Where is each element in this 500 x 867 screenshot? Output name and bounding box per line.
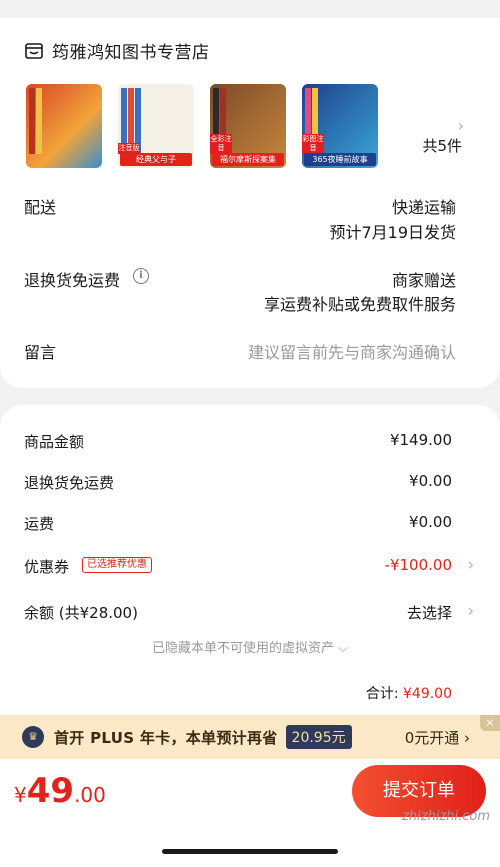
item-count[interactable]: 共5件 (422, 135, 462, 156)
currency-symbol: ¥ (14, 783, 27, 807)
home-indicator[interactable] (162, 849, 338, 854)
checkout-bar: ¥49.00 提交订单 zhizhizhi.com (0, 759, 500, 867)
total-label: 合计: (365, 686, 399, 702)
message-input[interactable]: 建议留言前先与商家沟通确认 (248, 339, 456, 363)
plus-promo-bar[interactable]: ♛ 首开 PLUS 年卡，本单预计再省 20.95元 0元开通 › × (0, 715, 500, 759)
chevron-right-icon[interactable]: › (458, 116, 464, 135)
product-thumb-4[interactable]: 彩图注音 365夜睡前故事 (302, 84, 378, 168)
product-badge: 全彩注音 (210, 134, 232, 154)
info-icon[interactable]: i (133, 268, 149, 284)
shop-card: 筠雅鸿知图书专营店 注音版 经典父与子 全彩注音 福尔摩斯探案集 彩图注音 36… (0, 18, 500, 388)
product-thumb-1[interactable] (26, 84, 102, 168)
store-icon (25, 42, 43, 59)
freight-label: 运费 (24, 515, 55, 533)
return-shipping-detail: 享运费补贴或免费取件服务 (263, 295, 456, 314)
product-thumbnails[interactable]: 注音版 经典父与子 全彩注音 福尔摩斯探案集 彩图注音 365夜睡前故事 (26, 84, 378, 168)
balance-label: 余额 (共¥28.00) (24, 604, 138, 622)
cost-summary-card: 商品金额 ¥149.00 退换货免运费 ¥0.00 运费 ¥0.00 优惠券 已… (0, 405, 500, 715)
delivery-method: 快递运输 (391, 198, 456, 217)
plus-open-button[interactable]: 0元开通 › (405, 727, 470, 748)
product-tag: 福尔摩斯探案集 (212, 153, 284, 166)
order-total: 合计: ¥49.00 (366, 683, 452, 703)
plus-saving-amount: 20.95元 (285, 725, 352, 749)
chevron-right-icon[interactable]: › (468, 601, 474, 620)
chevron-right-icon[interactable]: › (468, 555, 474, 574)
delivery-eta: 预计7月19日发货 (329, 223, 456, 242)
price-integer: 49 (26, 771, 75, 811)
product-thumb-2[interactable]: 注音版 经典父与子 (118, 84, 194, 168)
freight-value: ¥0.00 (409, 513, 452, 531)
goods-amount-value: ¥149.00 (389, 431, 452, 449)
watermark: zhizhizhi.com (402, 809, 490, 824)
balance-select[interactable]: 去选择 (407, 602, 452, 623)
pay-price: ¥49.00 (14, 771, 106, 811)
product-tag: 365夜睡前故事 (304, 153, 376, 166)
shop-header[interactable]: 筠雅鸿知图书专营店 (24, 38, 210, 63)
product-badge: 彩图注音 (302, 134, 324, 154)
coupon-label: 优惠券 (24, 558, 70, 576)
shop-name: 筠雅鸿知图书专营店 (52, 43, 210, 63)
hidden-assets-toggle[interactable]: 已隐藏本单不可使用的虚拟资产 ⌵ (0, 637, 500, 656)
price-decimal: .00 (74, 783, 106, 807)
total-value: ¥49.00 (403, 686, 452, 702)
close-icon[interactable]: × (480, 715, 500, 731)
plus-promo-text: 首开 PLUS 年卡，本单预计再省 (54, 728, 278, 747)
plus-crown-icon: ♛ (22, 726, 44, 748)
return-fee-value: ¥0.00 (409, 472, 452, 490)
product-thumb-3[interactable]: 全彩注音 福尔摩斯探案集 (210, 84, 286, 168)
coupon-value[interactable]: -¥100.00 (385, 556, 452, 574)
return-shipping-label: 退换货免运费 (24, 271, 121, 290)
return-fee-label: 退换货免运费 (24, 474, 115, 492)
return-shipping-value: 商家赠送 (391, 271, 456, 290)
coupon-recommended-badge: 已选推荐优惠 (82, 557, 152, 573)
message-label: 留言 (24, 343, 57, 362)
goods-amount-label: 商品金额 (24, 433, 85, 451)
product-tag: 经典父与子 (120, 153, 192, 166)
delivery-label: 配送 (24, 198, 57, 217)
